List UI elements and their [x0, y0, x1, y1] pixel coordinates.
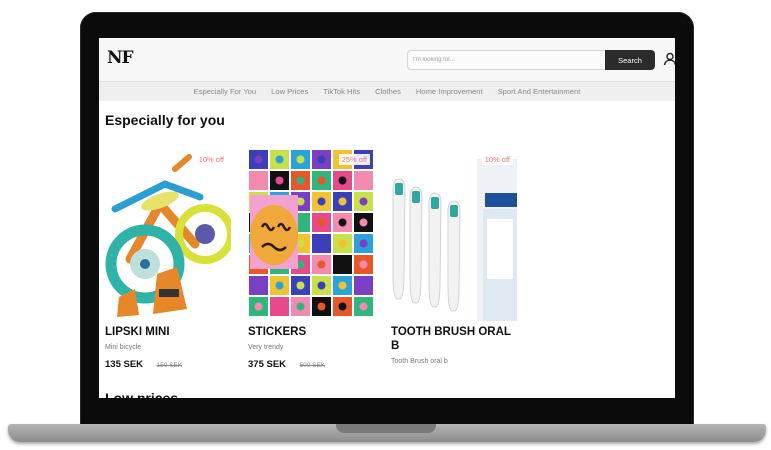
product-image[interactable]: 10% off	[105, 149, 231, 321]
product-name[interactable]: LIPSKI MINI	[105, 325, 231, 339]
nav-item-home-improvement[interactable]: Home Improvement	[416, 87, 483, 96]
product-card[interactable]: 10% off LIPSKI MINI Mini bicycle 135 SEK…	[105, 149, 231, 372]
product-old-price: 150 SEK	[156, 362, 183, 369]
product-price: 135 SEK	[105, 359, 144, 370]
site-header: NF Search	[99, 38, 675, 81]
laptop-notch	[336, 424, 436, 433]
site-logo[interactable]: NF	[107, 48, 134, 68]
product-image[interactable]: 10% off	[391, 149, 517, 321]
next-section-title: Low prices	[105, 390, 179, 398]
product-image[interactable]: 25% off	[248, 149, 374, 321]
nav-item-sport-and-entertainment[interactable]: Sport And Entertainment	[498, 87, 581, 96]
toothbrush-heads-icon	[391, 149, 517, 321]
discount-badge: 10% off	[195, 154, 227, 165]
price-row: 135 SEK 150 SEK	[105, 354, 231, 372]
product-name[interactable]: TOOTH BRUSH ORAL B	[391, 325, 517, 353]
product-card[interactable]: 25% off STICKERS Very trendy 375 SEK 500…	[248, 149, 374, 372]
product-description: Tooth Brush oral b	[391, 358, 448, 365]
price-row: 375 SEK 500 SEK	[248, 354, 374, 372]
browser-screen: NF Search Especially For You Low Prices …	[99, 38, 675, 398]
product-card[interactable]: 10% off TOOTH BRUSH ORAL B Tooth Brush o…	[391, 149, 517, 365]
nav-item-low-prices[interactable]: Low Prices	[271, 87, 308, 96]
nav-item-clothes[interactable]: Clothes	[375, 87, 401, 96]
discount-badge: 10% off	[481, 154, 513, 165]
nav-item-especially-for-you[interactable]: Especially For You	[194, 87, 256, 96]
sticker-collage-icon	[249, 150, 373, 316]
search-button[interactable]: Search	[605, 50, 655, 70]
balance-bike-icon	[105, 149, 231, 321]
nav-item-tiktok-hits[interactable]: TikTok Hits	[323, 87, 360, 96]
product-old-price: 500 SEK	[299, 362, 326, 369]
discount-badge: 25% off	[338, 154, 370, 165]
section-title: Especially for you	[105, 112, 225, 128]
product-name[interactable]: STICKERS	[248, 325, 374, 339]
product-description: Mini bicycle	[105, 344, 142, 351]
category-nav: Especially For You Low Prices TikTok Hit…	[99, 81, 675, 101]
product-description: Very trendy	[248, 344, 284, 351]
user-account-icon[interactable]	[663, 52, 675, 66]
search-input[interactable]	[407, 50, 605, 70]
product-price: 375 SEK	[248, 359, 287, 370]
